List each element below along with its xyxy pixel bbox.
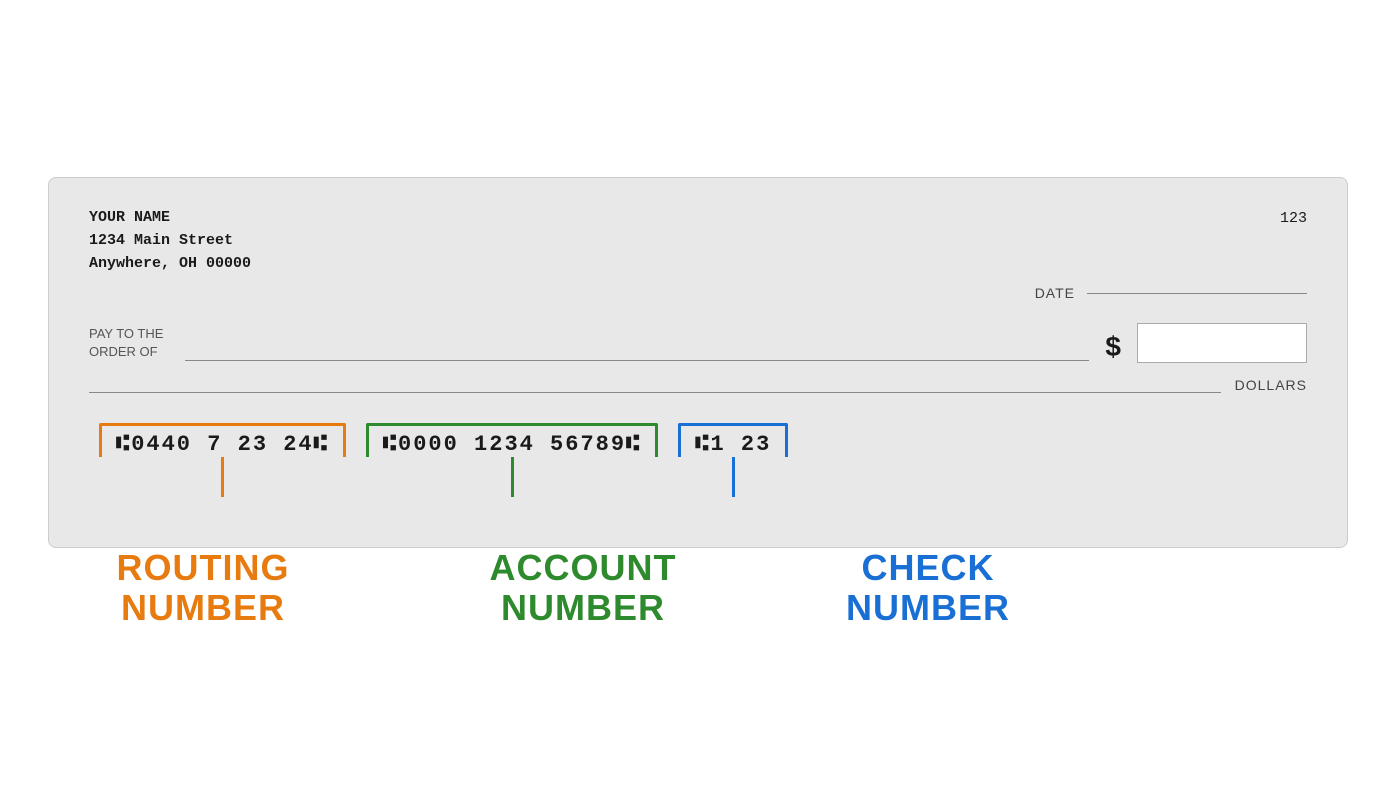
check-connector — [732, 457, 735, 497]
check-name-address: YOUR NAME 1234 Main Street Anywhere, OH … — [89, 206, 251, 276]
name-line2: 1234 Main Street — [89, 229, 251, 252]
account-connector — [511, 457, 514, 497]
routing-micr-text: ⑆0440 7 23 24⑆ — [116, 432, 329, 457]
check-top-row: YOUR NAME 1234 Main Street Anywhere, OH … — [89, 206, 1307, 276]
check-micr-group: ⑆1 23 — [678, 423, 788, 497]
routing-micr-group: ⑆0440 7 23 24⑆ — [99, 423, 346, 497]
labels-row: ROUTING NUMBER ACCOUNT NUMBER CHECK NUMB… — [48, 548, 1348, 627]
pay-to-label: PAY TO THE ORDER OF — [89, 325, 163, 361]
routing-label-group: ROUTING NUMBER — [58, 548, 348, 627]
account-label-group: ACCOUNT NUMBER — [368, 548, 798, 627]
amount-box — [1137, 323, 1307, 363]
account-micr-text: ⑆0000 1234 56789⑆ — [383, 432, 641, 457]
page-wrapper: YOUR NAME 1234 Main Street Anywhere, OH … — [38, 177, 1358, 628]
dollars-line — [89, 392, 1221, 393]
date-label: DATE — [1035, 285, 1075, 301]
check-label-line1: CHECK — [861, 548, 994, 588]
check-label-line2: NUMBER — [846, 588, 1010, 628]
routing-connector — [221, 457, 224, 497]
name-line3: Anywhere, OH 00000 — [89, 252, 251, 275]
check-micr-text: ⑆1 23 — [695, 432, 771, 457]
pay-to-row: PAY TO THE ORDER OF $ — [89, 323, 1307, 363]
account-label-line1: ACCOUNT — [490, 548, 677, 588]
account-micr-group: ⑆0000 1234 56789⑆ — [366, 423, 658, 497]
date-line — [1087, 293, 1307, 294]
routing-label-line2: NUMBER — [121, 588, 285, 628]
check-label-group: CHECK NUMBER — [818, 548, 1038, 627]
dollars-row: DOLLARS — [89, 377, 1307, 393]
dollar-sign: $ — [1105, 331, 1121, 363]
pay-to-line — [185, 360, 1089, 361]
check-image: YOUR NAME 1234 Main Street Anywhere, OH … — [48, 177, 1348, 549]
dollars-label: DOLLARS — [1235, 377, 1307, 393]
check-number: 123 — [1280, 210, 1307, 227]
date-row: DATE — [89, 285, 1307, 301]
routing-label-line1: ROUTING — [117, 548, 290, 588]
name-line1: YOUR NAME — [89, 206, 251, 229]
account-label-line2: NUMBER — [501, 588, 665, 628]
